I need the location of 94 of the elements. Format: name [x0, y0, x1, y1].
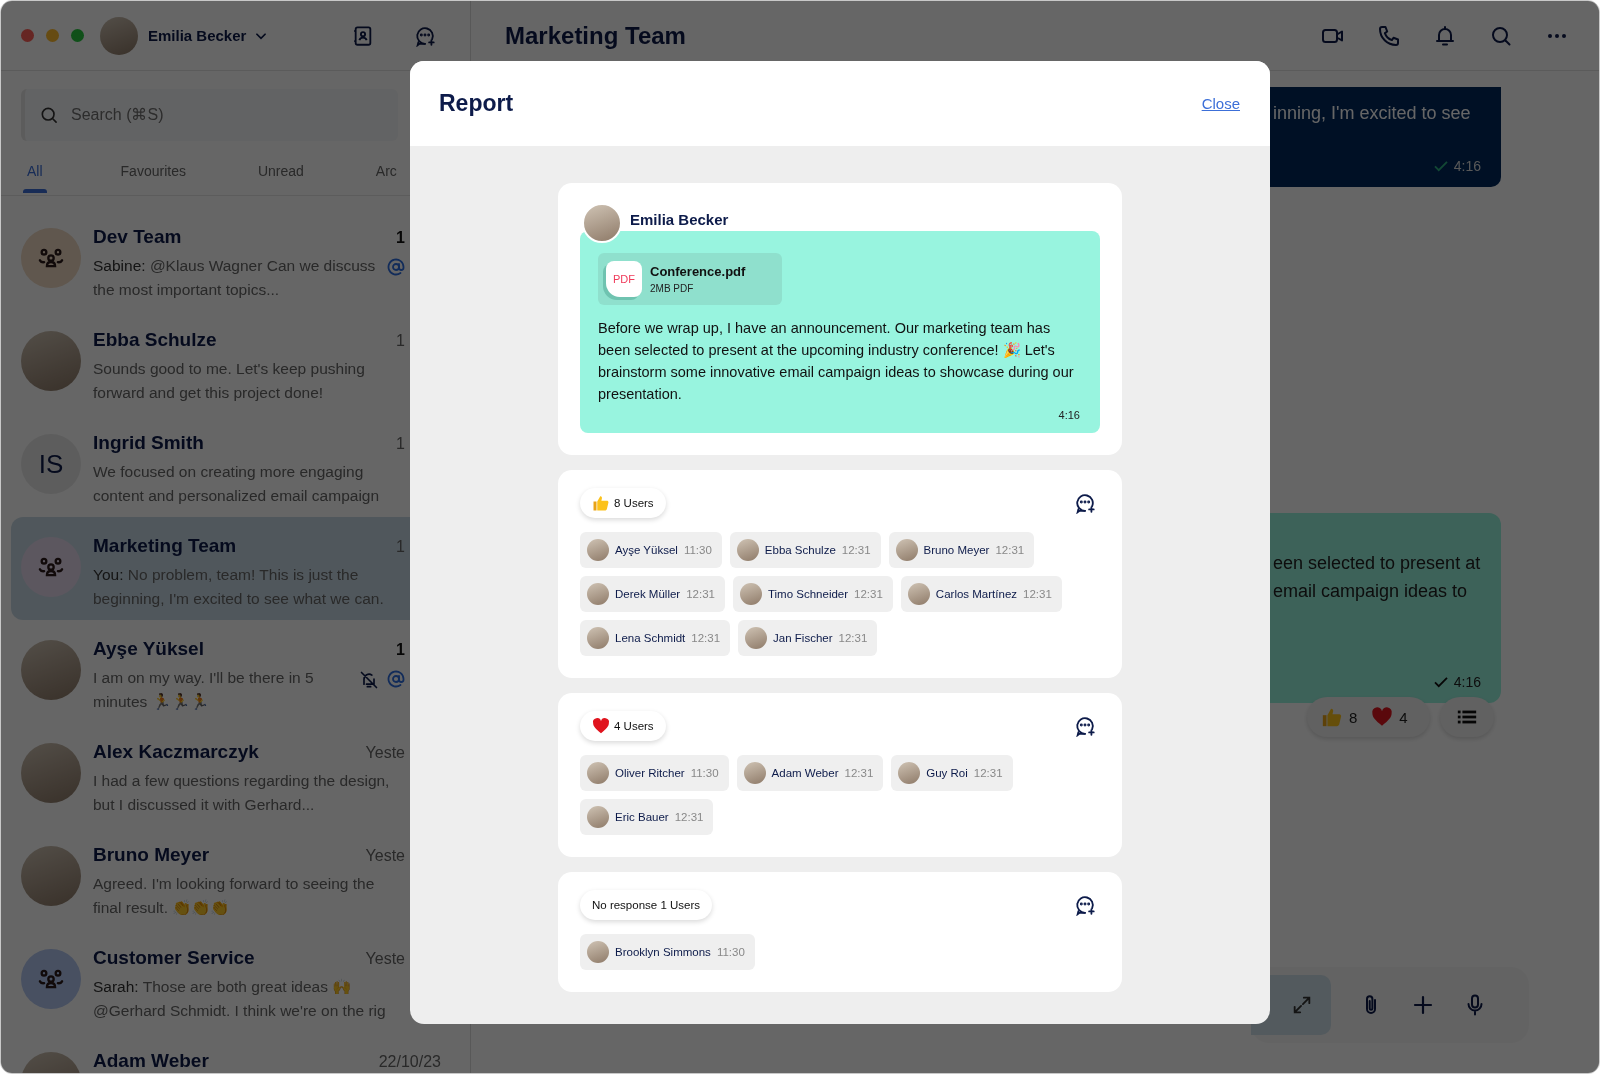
user-name: Adam Weber [771, 767, 839, 779]
reaction-time: 12:31 [844, 767, 874, 779]
user-name: Timo Schneider [767, 588, 849, 600]
conversation-time: 1 [396, 332, 405, 350]
reaction-label: 8 Users [614, 497, 654, 509]
user-chip[interactable]: Ebba Schulze 12:31 [729, 532, 881, 568]
reaction-count: 4 [1399, 708, 1408, 726]
message-preview: We focused on creating more engaging content and personalized email campaign [93, 462, 381, 506]
user-name: Derek Müller [615, 588, 681, 600]
user-chip[interactable]: Lena Schmidt 12:31 [580, 620, 731, 656]
conversation-name: Ingrid Smith [93, 432, 204, 454]
conversation-time: 1 [396, 641, 405, 659]
conversation-name: Ebba Schulze [93, 329, 217, 351]
reaction-time: 11:30 [690, 767, 719, 779]
account-name[interactable]: Emilia Becker [148, 27, 247, 44]
message-preview: Sarah: Those are both great ideas 🙌 @Gerhard Schmidt. I think we're on the rig [93, 977, 387, 1021]
message-time: 4:16 [1453, 158, 1481, 174]
reaction-time: 12:31 [854, 588, 883, 600]
reaction-time: 12:31 [674, 811, 704, 823]
user-chip[interactable]: Jan Fischer 12:31 [738, 620, 878, 656]
user-name: Lena Schmidt [615, 632, 686, 644]
reaction-time: 12:31 [1023, 588, 1052, 600]
reaction-time: 12:31 [841, 544, 871, 556]
search-field[interactable]: Search (⌘S) [21, 89, 398, 141]
file-size: 2MB PDF [650, 283, 695, 294]
conversation-item[interactable]: Dev Team 1 Sabine: @Klaus Wagner Can we discuss the most important topics... [11, 208, 470, 311]
user-name: Ebba Schulze [764, 544, 836, 556]
conversation-item[interactable]: Adam Weber 22/10/23 [11, 1032, 470, 1073]
user-name: Bruno Meyer [923, 544, 990, 556]
user-chip[interactable]: Ayşe Yüksel 11:30 [580, 532, 722, 568]
message-text: een selected to present at [1273, 552, 1481, 575]
user-name: Ayşe Yüksel [615, 544, 678, 556]
reaction-count: 8 [1349, 708, 1358, 726]
message-preview: Agreed. I'm looking forward to seeing the final result. 👏👏👏 [93, 874, 376, 918]
user-name: Oliver Ritcher [615, 767, 685, 779]
file-name: Conference.pdf [650, 264, 746, 279]
conversation-time: Yeste [365, 950, 405, 968]
sender-name: Emilia Becker [630, 210, 729, 228]
reaction-label: No response 1 Users [592, 899, 701, 911]
reactions-summary[interactable]: 8 4 [1307, 697, 1430, 737]
initials-avatar: IS [21, 434, 81, 494]
conversation-item[interactable]: Ebba Schulze 1 Sounds good to me. Let's keep pushing forward and get this project done! [11, 311, 470, 414]
message-text: Before we wrap up, I have an announcement. Our marketing team has been selected to present at the upcoming industry conference! 🎉 Let's brainstorm some innovative email campaign ideas to showcase during our presentation. [598, 319, 1075, 404]
conversation-name: Adam Weber [93, 1050, 209, 1072]
message-time: 4:16 [1058, 409, 1080, 421]
message-preview: Sounds good to me. Let's keep pushing forward and get this project done! [93, 359, 366, 403]
reaction-time: 11:30 [683, 544, 712, 556]
conversation-name: Marketing Team [93, 535, 237, 557]
filter-tab[interactable]: Unread [253, 149, 308, 193]
dialog-title: Report [439, 90, 514, 117]
reaction-time: 12:31 [691, 632, 721, 644]
user-chip[interactable]: Eric Bauer 12:31 [580, 799, 714, 835]
user-name: Eric Bauer [615, 811, 669, 823]
user-chip[interactable]: Brooklyn Simmons 11:30 [580, 934, 755, 970]
user-chip[interactable]: Guy Roi 12:31 [891, 755, 1013, 791]
message-text: inning, I'm excited to see [1273, 102, 1472, 125]
user-chip[interactable]: Timo Schneider 12:31 [732, 576, 893, 612]
conversation-item[interactable]: IS Ingrid Smith 1 We focused on creating more engaging content and personalized email campaign [11, 414, 470, 517]
user-chip[interactable]: Derek Müller 12:31 [580, 576, 725, 612]
chat-title: Marketing Team [505, 21, 686, 50]
message-text: email campaign ideas to [1273, 580, 1469, 603]
user-chip[interactable]: Carlos Martínez 12:31 [900, 576, 1062, 612]
filter-tab[interactable]: Favourites [116, 149, 190, 193]
reaction-time: 12:31 [995, 544, 1025, 556]
conversation-name: Bruno Meyer [93, 844, 210, 866]
message-time: 4:16 [1453, 674, 1481, 690]
user-chip[interactable]: Bruno Meyer 12:31 [888, 532, 1035, 568]
user-chip[interactable]: Adam Weber 12:31 [736, 755, 884, 791]
user-name: Brooklyn Simmons [615, 946, 711, 958]
conversation-item[interactable]: Bruno Meyer Yeste Agreed. I'm looking forward to seeing the final result. 👏👏👏 [11, 826, 470, 929]
reaction-time: 11:30 [716, 946, 745, 958]
conversation-name: Ayşe Yüksel [93, 638, 204, 660]
close-link[interactable]: Close [1201, 95, 1240, 112]
conversation-name: Dev Team [93, 226, 182, 248]
user-name: Guy Roi [926, 767, 968, 779]
pdf-file-icon: PDF [606, 261, 642, 297]
reaction-label: 4 Users [614, 720, 654, 732]
conversation-name: Customer Service [93, 947, 255, 969]
conversation-time: Yeste [365, 847, 405, 865]
reaction-time: 12:31 [686, 588, 715, 600]
user-name: Jan Fischer [773, 632, 833, 644]
reaction-time: 12:31 [973, 767, 1003, 779]
conversation-name: Alex Kaczmarczyk [93, 741, 259, 763]
filter-tab[interactable]: Arc [371, 149, 401, 193]
conversation-time: 1 [396, 435, 405, 453]
user-name: Carlos Martínez [935, 588, 1018, 600]
conversation-time: Yeste [365, 744, 405, 762]
reaction-time: 12:31 [838, 632, 868, 644]
message-preview: Sabine: @Klaus Wagner Can we discuss the most important topics... [93, 256, 377, 300]
conversation-time: 22/10/23 [378, 1053, 441, 1071]
conversation-item[interactable]: Customer Service Yeste Sarah: Those are both great ideas 🙌 @Gerhard Schmidt. I think we're on the rig [11, 929, 470, 1032]
user-chip[interactable]: Oliver Ritcher 11:30 [580, 755, 729, 791]
conversation-time: 1 [396, 229, 405, 247]
file-attachment[interactable]: PDF Conference.pdf 2MB PDF [598, 253, 782, 305]
